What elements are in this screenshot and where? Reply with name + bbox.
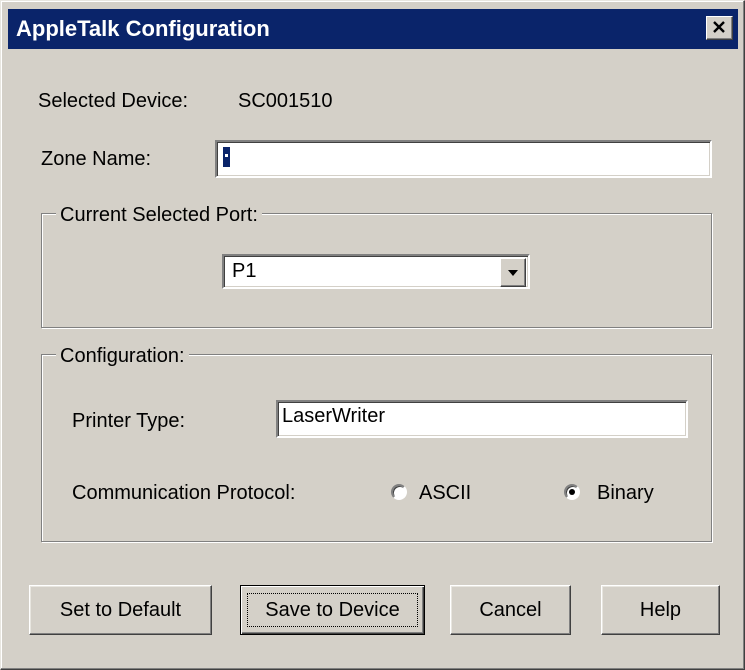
printer-type-value: LaserWriter bbox=[282, 405, 385, 427]
save-to-device-button[interactable]: Save to Device bbox=[240, 585, 425, 635]
current-port-legend: Current Selected Port: bbox=[56, 203, 262, 227]
port-dropdown-button[interactable] bbox=[500, 258, 526, 287]
configuration-legend: Configuration: bbox=[56, 344, 189, 368]
help-button[interactable]: Help bbox=[601, 585, 720, 635]
zone-name-label: Zone Name: bbox=[41, 148, 152, 170]
text-caret bbox=[223, 147, 230, 167]
zone-name-input[interactable] bbox=[215, 140, 712, 178]
title-bar[interactable]: AppleTalk Configuration bbox=[8, 9, 738, 49]
configuration-group bbox=[41, 354, 712, 542]
set-to-default-button[interactable]: Set to Default bbox=[29, 585, 212, 635]
cancel-button[interactable]: Cancel bbox=[450, 585, 571, 635]
chevron-down-icon bbox=[508, 270, 518, 276]
port-select[interactable]: P1 bbox=[222, 254, 530, 289]
radio-ascii-label[interactable]: ASCII bbox=[419, 481, 471, 505]
radio-binary-label[interactable]: Binary bbox=[597, 481, 654, 505]
port-select-value: P1 bbox=[232, 260, 257, 282]
radio-selected-dot bbox=[569, 489, 575, 495]
close-button[interactable] bbox=[706, 16, 733, 40]
communication-protocol-label: Communication Protocol: bbox=[72, 482, 296, 504]
radio-ascii[interactable] bbox=[391, 484, 407, 500]
close-icon bbox=[713, 21, 725, 33]
window-title: AppleTalk Configuration bbox=[16, 16, 270, 41]
radio-binary[interactable] bbox=[564, 484, 580, 500]
printer-type-input[interactable]: LaserWriter bbox=[276, 400, 688, 438]
save-to-device-label: Save to Device bbox=[265, 599, 400, 621]
appletalk-config-dialog: AppleTalk Configuration Selected Device:… bbox=[0, 0, 745, 670]
printer-type-label: Printer Type: bbox=[72, 410, 186, 432]
selected-device-label: Selected Device: bbox=[38, 90, 189, 112]
selected-device-value: SC001510 bbox=[238, 90, 333, 112]
